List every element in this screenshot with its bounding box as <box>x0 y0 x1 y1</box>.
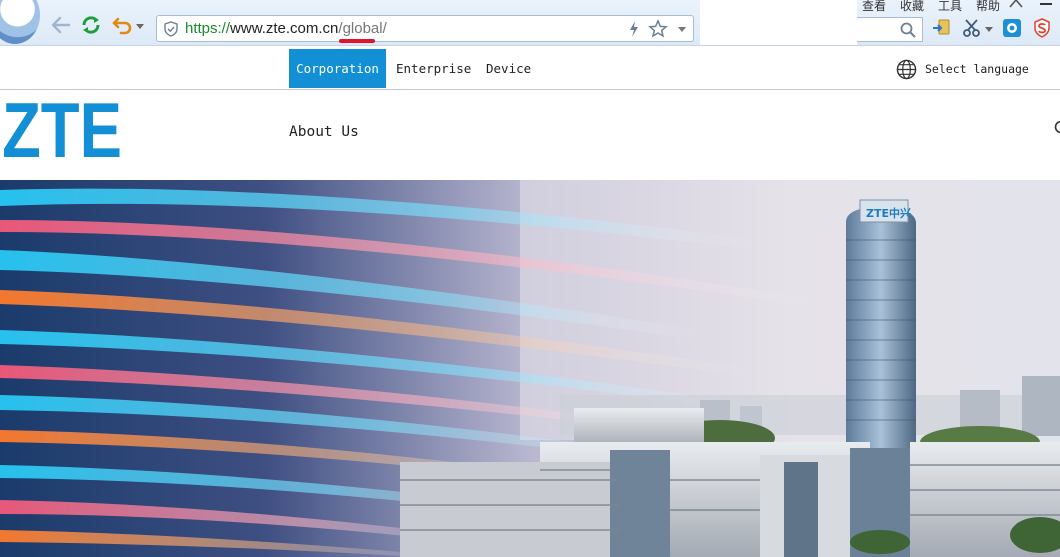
scissors-dropdown-caret-icon[interactable] <box>985 27 993 32</box>
shield-icon <box>164 21 178 37</box>
browser-avatar-icon[interactable] <box>0 0 40 44</box>
nav-about-us[interactable]: About Us <box>289 124 359 140</box>
hero-banner[interactable]: ZTE中兴 <box>0 180 1060 557</box>
url-text[interactable]: https://www.zte.com.cn/global/ <box>185 20 387 37</box>
minimize-icon[interactable] <box>1040 3 1052 5</box>
select-language-label: Select language <box>925 62 1029 76</box>
svg-text:ZTE中兴: ZTE中兴 <box>866 206 911 220</box>
browser-search-input[interactable] <box>857 17 923 42</box>
zte-logo[interactable]: ZTE <box>4 98 122 160</box>
menu-item-view[interactable]: 查看 <box>858 0 890 13</box>
tab-corporation[interactable]: Corporation <box>289 49 386 88</box>
site-search-icon[interactable] <box>1052 120 1060 138</box>
site-top-nav: Corporation Enterprise Device Select lan… <box>0 46 1060 90</box>
menu-item-tools[interactable]: 工具 <box>934 0 966 13</box>
browser-menu: 查看 收藏 工具 帮助 <box>858 0 1004 13</box>
undo-dropdown-caret-icon[interactable] <box>136 24 144 29</box>
tab-device[interactable]: Device <box>486 49 531 88</box>
star-icon[interactable] <box>648 19 668 39</box>
skin-arrow-icon[interactable] <box>1008 0 1024 9</box>
menu-item-help[interactable]: 帮助 <box>972 0 1004 13</box>
tab-enterprise[interactable]: Enterprise <box>396 49 471 88</box>
lightning-icon[interactable] <box>627 20 641 38</box>
bookmark-page-icon[interactable] <box>932 18 952 38</box>
eye-protect-icon[interactable] <box>1002 18 1022 38</box>
svg-text:ZTE: ZTE <box>4 98 122 160</box>
menu-item-favorites[interactable]: 收藏 <box>896 0 928 13</box>
select-language-button[interactable]: Select language <box>896 58 1029 80</box>
refresh-icon[interactable] <box>80 14 102 36</box>
address-bar[interactable]: https://www.zte.com.cn/global/ <box>156 15 694 43</box>
address-dropdown-caret-icon[interactable] <box>678 27 686 32</box>
hero-image: ZTE中兴 <box>0 180 1060 557</box>
browser-toolbar: https://www.zte.com.cn/global/ 查看 收藏 工具 … <box>0 0 1060 46</box>
scissors-icon[interactable] <box>962 18 982 38</box>
undo-icon[interactable] <box>112 14 134 36</box>
url-highlight-underline <box>339 39 375 43</box>
back-arrow-icon[interactable] <box>50 14 72 36</box>
security-s-icon[interactable] <box>1032 18 1052 38</box>
globe-icon <box>896 59 917 79</box>
search-icon[interactable] <box>899 21 917 39</box>
blank-area <box>700 0 857 45</box>
site-header: ZTE About Us <box>0 90 1060 180</box>
